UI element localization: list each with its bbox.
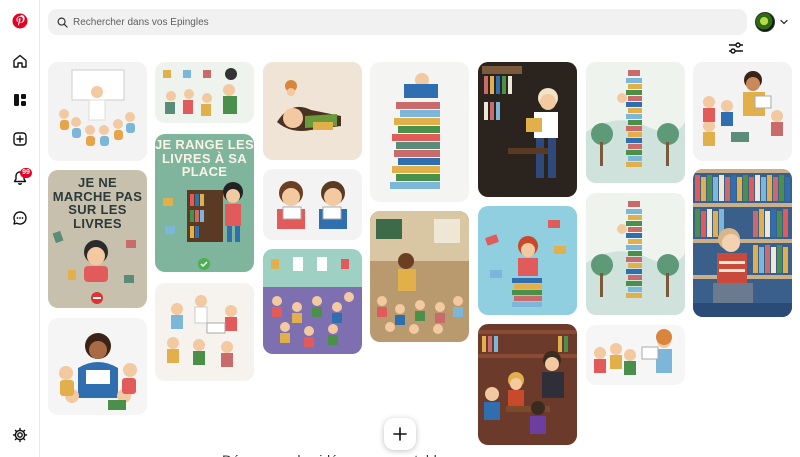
section-heading: Découvrez des idées pour vos tableaux bbox=[222, 452, 467, 457]
pin-image[interactable] bbox=[693, 62, 792, 161]
pin-image[interactable] bbox=[263, 169, 362, 240]
pin-overlay-text: Je range les livres à sa place bbox=[155, 137, 254, 180]
avatar[interactable] bbox=[755, 12, 775, 32]
pin-image[interactable] bbox=[263, 249, 362, 354]
pin-image[interactable] bbox=[155, 62, 254, 123]
home-icon[interactable] bbox=[8, 49, 32, 73]
pin-image[interactable] bbox=[586, 193, 685, 315]
pin-image[interactable] bbox=[478, 62, 577, 197]
pin-image[interactable] bbox=[478, 324, 577, 445]
app: 99 Je ne marche pas sur les livres Je ra… bbox=[0, 0, 800, 457]
chevron-down-icon[interactable] bbox=[779, 17, 789, 27]
pin-image[interactable]: Je range les livres à sa place bbox=[155, 134, 254, 272]
pin-image[interactable] bbox=[370, 62, 469, 202]
pin-image[interactable] bbox=[48, 318, 147, 415]
search-input[interactable] bbox=[73, 16, 673, 28]
filter-icon[interactable] bbox=[728, 41, 744, 55]
create-icon[interactable] bbox=[8, 127, 32, 151]
search-icon bbox=[57, 17, 68, 28]
messages-icon[interactable] bbox=[8, 206, 32, 230]
add-pin-button[interactable] bbox=[384, 418, 416, 450]
pin-image[interactable]: Je ne marche pas sur les livres bbox=[48, 170, 147, 308]
notification-badge: 99 bbox=[20, 168, 32, 178]
pin-image[interactable] bbox=[586, 325, 685, 385]
pin-overlay-text: Je ne marche pas sur les livres bbox=[52, 175, 143, 231]
pin-image[interactable] bbox=[693, 169, 792, 317]
pin-image[interactable] bbox=[370, 211, 469, 342]
search-bar[interactable] bbox=[48, 9, 747, 35]
sidebar: 99 bbox=[0, 0, 40, 457]
settings-icon[interactable] bbox=[8, 423, 32, 447]
pinterest-logo-icon[interactable] bbox=[8, 9, 32, 33]
pin-image[interactable] bbox=[155, 283, 254, 381]
boards-icon[interactable] bbox=[8, 88, 32, 112]
pin-image[interactable] bbox=[586, 62, 685, 183]
pin-image[interactable] bbox=[48, 62, 147, 161]
pin-image[interactable] bbox=[263, 62, 362, 160]
pin-image[interactable] bbox=[478, 206, 577, 315]
plus-icon bbox=[393, 427, 407, 441]
